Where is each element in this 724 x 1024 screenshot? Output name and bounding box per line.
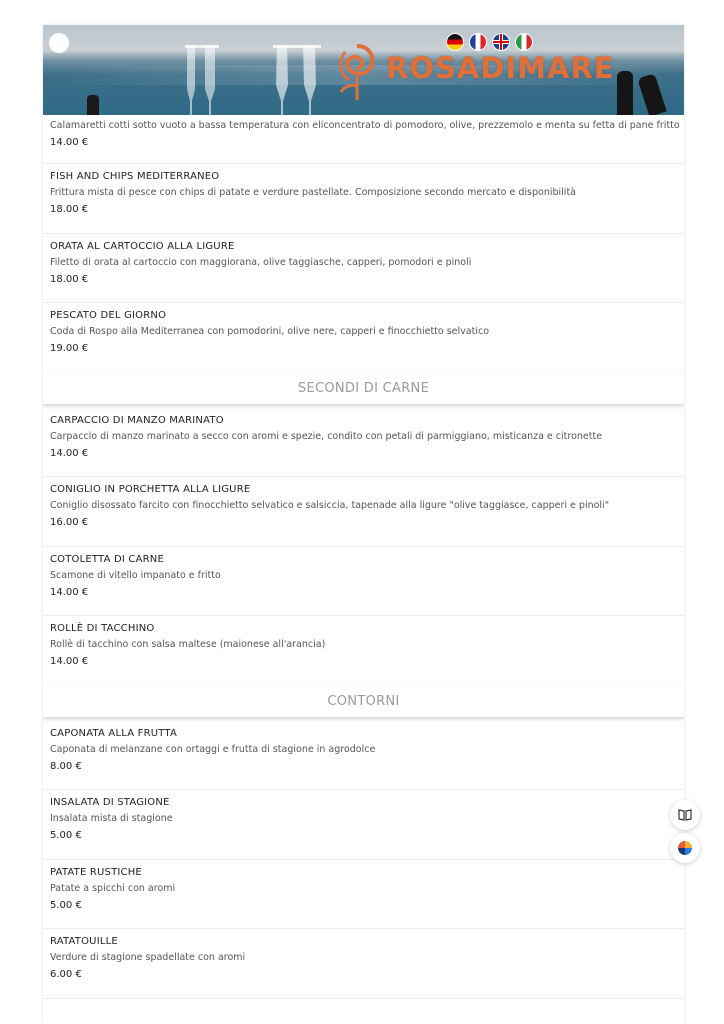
menu-toggle-button[interactable] xyxy=(49,33,69,53)
section-header-contorni: CONTORNI xyxy=(43,685,684,717)
item-title: CONIGLIO IN PORCHETTA ALLA LIGURE xyxy=(50,484,251,495)
item-title: RATATOUILLE xyxy=(50,936,118,947)
item-title: ROLLÈ DI TACCHINO xyxy=(50,623,155,634)
brand-name: ROSADIMARE xyxy=(386,51,615,85)
menu-page: ROSADIMARE Calamaretti cotti sotto vuoto… xyxy=(43,25,684,1024)
item-description: Verdure di stagione spadellate con aromi xyxy=(50,952,246,963)
rose-logo-icon xyxy=(335,40,379,106)
item-description: Rollè di tacchino con salsa maltese (mai… xyxy=(50,639,326,650)
item-description: Patate a spicchi con aromi xyxy=(50,882,176,894)
menu-item: ORATA AL CARTOCCIO ALLA LIGURE Filetto d… xyxy=(43,234,684,303)
menu-item: CONIGLIO IN PORCHETTA ALLA LIGURE Conigl… xyxy=(43,477,684,547)
item-description: Insalata mista di stagione xyxy=(50,813,173,824)
item-title: INSALATA DI STAGIONE xyxy=(50,797,170,808)
menu-item: PESCATO DEL GIORNO Coda di Rospo alla Me… xyxy=(43,303,684,373)
item-price: 14.00 € xyxy=(50,137,89,148)
item-title: COTOLETTA DI CARNE xyxy=(50,553,165,565)
menu-item: ROLLÈ DI TACCHINO Rollè di tacchino con … xyxy=(43,616,684,686)
item-price: 14.00 € xyxy=(50,447,89,459)
item-title: CARPACCIO DI MANZO MARINATO xyxy=(50,414,224,426)
menu-item: RATATOUILLE Verdure di stagione spadella… xyxy=(43,929,684,999)
section-header-secondi-di-carne: SECONDI DI CARNE xyxy=(43,372,684,404)
uk-flag-icon[interactable] xyxy=(492,33,510,51)
item-title: PESCATO DEL GIORNO xyxy=(50,310,167,321)
menu-item: CAPONATA ALLA FRUTTA Caponata di melanza… xyxy=(43,721,684,790)
book-icon[interactable] xyxy=(670,800,700,830)
wine-glass-image xyxy=(183,45,223,115)
item-price: 14.00 € xyxy=(50,656,89,667)
item-price: 14.00 € xyxy=(50,586,89,598)
color-wheel-icon[interactable] xyxy=(670,833,700,863)
section-label: SECONDI DI CARNE xyxy=(297,380,430,396)
item-description: Filetto di orata al cartoccio con maggio… xyxy=(50,256,472,268)
item-description: Calamaretti cotti sotto vuoto a bassa te… xyxy=(50,120,680,131)
germany-flag-icon[interactable] xyxy=(446,33,464,51)
item-description: Scamone di vitello impanato e fritto xyxy=(50,569,221,581)
header-banner: ROSADIMARE xyxy=(43,25,684,115)
language-switcher xyxy=(446,33,533,51)
section-label: CONTORNI xyxy=(327,693,400,709)
item-price: 5.00 € xyxy=(50,899,82,911)
item-title: CAPONATA ALLA FRUTTA xyxy=(50,727,177,739)
wine-glass-image xyxy=(273,45,323,115)
item-description: Caponata di melanzane con ortaggi e frut… xyxy=(50,743,376,755)
item-price: 6.00 € xyxy=(50,969,82,980)
item-price: 18.00 € xyxy=(50,273,89,285)
item-title: ORATA AL CARTOCCIO ALLA LIGURE xyxy=(50,240,235,252)
item-price: 8.00 € xyxy=(50,760,82,772)
item-description: Frittura mista di pesce con chips di pat… xyxy=(50,187,576,198)
menu-item: FISH AND CHIPS MEDITERRANEO Frittura mis… xyxy=(43,164,684,234)
item-price: 5.00 € xyxy=(50,830,82,841)
item-description: Coniglio disossato farcito con finocchie… xyxy=(50,500,610,511)
bottle-image xyxy=(87,95,99,115)
menu-item: PATATE RUSTICHE Patate a spicchi con aro… xyxy=(43,860,684,929)
menu-item: Calamaretti cotti sotto vuoto a bassa te… xyxy=(43,115,684,164)
item-price: 19.00 € xyxy=(50,343,89,354)
item-description: Coda di Rospo alla Mediterranea con pomo… xyxy=(50,326,490,337)
france-flag-icon[interactable] xyxy=(469,33,487,51)
item-title: PATATE RUSTICHE xyxy=(50,866,142,878)
menu-item: INSALATA DI STAGIONE Insalata mista di s… xyxy=(43,790,684,860)
item-title: FISH AND CHIPS MEDITERRANEO xyxy=(50,171,220,182)
menu-item: COTOLETTA DI CARNE Scamone di vitello im… xyxy=(43,547,684,616)
item-price: 18.00 € xyxy=(50,204,89,215)
italy-flag-icon[interactable] xyxy=(515,33,533,51)
item-description: Carpaccio di manzo marinato a secco con … xyxy=(50,430,603,442)
item-price: 16.00 € xyxy=(50,517,89,528)
menu-item: CARPACCIO DI MANZO MARINATO Carpaccio di… xyxy=(43,408,684,477)
railing-post-image xyxy=(617,71,633,115)
